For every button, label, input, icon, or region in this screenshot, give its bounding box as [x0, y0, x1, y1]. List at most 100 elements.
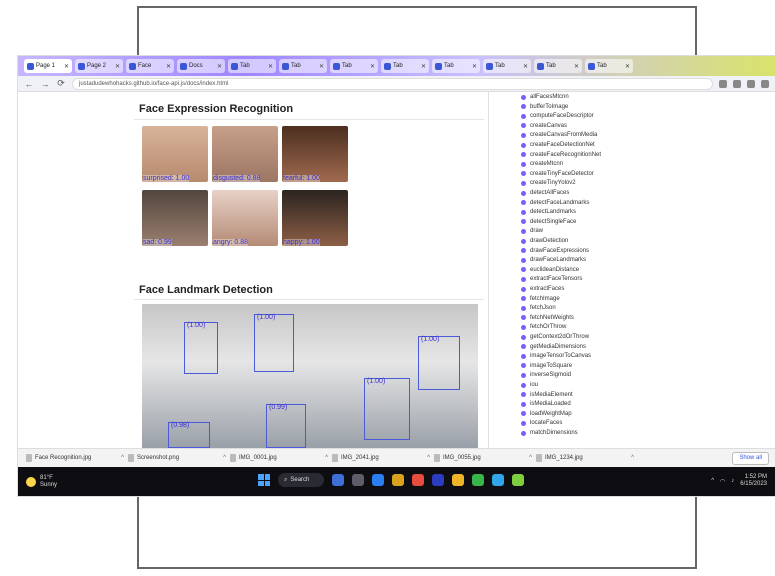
download-item[interactable]: IMG_0055.jpg ^ — [434, 452, 532, 465]
taskbar: 81°F Sunny ⌕ Search ^ ◠ ♪ 1:52 PM 6/15/20… — [18, 467, 775, 496]
sidebar-item[interactable]: fetchOrThrow — [521, 324, 566, 330]
sidebar-item[interactable]: detectAllFaces — [521, 190, 569, 196]
sidebar-item[interactable]: createTinyYolov2 — [521, 180, 576, 186]
sidebar-item[interactable]: isMediaLoaded — [521, 401, 571, 407]
sidebar-item[interactable]: drawFaceExpressions — [521, 248, 589, 254]
extensions-icon[interactable] — [719, 79, 727, 88]
sidebar-item[interactable]: isMediaElement — [521, 392, 573, 398]
chevron-up-icon[interactable]: ^ — [325, 455, 328, 461]
sidebar-item[interactable]: drawFaceLandmarks — [521, 257, 586, 263]
detection-confidence: (0.98) — [171, 422, 190, 429]
tab-close-icon[interactable]: ✕ — [523, 63, 528, 70]
chevron-up-icon[interactable]: ^ — [529, 455, 532, 461]
tab-close-icon[interactable]: ✕ — [421, 63, 426, 70]
tab-close-icon[interactable]: ✕ — [625, 63, 630, 70]
clock[interactable]: 1:52 PM 6/15/2023 — [740, 474, 767, 488]
download-item[interactable]: Screenshot.png ^ — [128, 452, 226, 465]
tab-close-icon[interactable]: ✕ — [115, 63, 120, 70]
app-icon[interactable] — [472, 474, 484, 486]
sidebar-item[interactable]: draw — [521, 228, 543, 234]
tab[interactable]: Tab ✕ — [330, 59, 378, 73]
weather-widget[interactable]: 81°F Sunny — [26, 475, 57, 489]
sidebar-item[interactable]: euclideanDistance — [521, 267, 579, 273]
sidebar-item[interactable]: getMediaDimensions — [521, 344, 586, 350]
tab[interactable]: Tab ✕ — [279, 59, 327, 73]
sidebar-item[interactable]: extractFaces — [521, 286, 564, 292]
store-icon[interactable] — [432, 474, 444, 486]
sidebar-item[interactable]: imageTensorToCanvas — [521, 353, 591, 359]
chrome-icon[interactable] — [412, 474, 424, 486]
download-item[interactable]: Face Recognition.jpg ^ — [26, 452, 124, 465]
tab[interactable]: Tab ✕ — [432, 59, 480, 73]
tab-close-icon[interactable]: ✕ — [64, 63, 69, 70]
tab[interactable]: Docs ✕ — [177, 59, 225, 73]
folder-icon[interactable] — [452, 474, 464, 486]
tab[interactable]: Tab ✕ — [585, 59, 633, 73]
sidebar-item[interactable]: createFaceRecognitionNet — [521, 152, 601, 158]
tab[interactable]: Page 1 ✕ — [24, 59, 72, 73]
taskbar-search[interactable]: ⌕ Search — [278, 473, 324, 487]
address-bar[interactable]: justadudewhohacks.github.io/face-api.js/… — [72, 77, 713, 90]
tab-close-icon[interactable]: ✕ — [472, 63, 477, 70]
tab[interactable]: Face ✕ — [126, 59, 174, 73]
app-icon[interactable] — [512, 474, 524, 486]
tab[interactable]: Tab ✕ — [228, 59, 276, 73]
tab[interactable]: Tab ✕ — [534, 59, 582, 73]
download-item[interactable]: IMG_2041.jpg ^ — [332, 452, 430, 465]
chevron-up-icon[interactable]: ^ — [631, 455, 634, 461]
sidebar-item[interactable]: extractFaceTensors — [521, 276, 582, 282]
wifi-icon[interactable]: ◠ — [720, 478, 725, 485]
tab[interactable]: Tab ✕ — [483, 59, 531, 73]
sidebar-item[interactable]: createCanvasFromMedia — [521, 132, 597, 138]
chevron-up-icon[interactable]: ^ — [223, 455, 226, 461]
chevron-up-icon[interactable]: ^ — [427, 455, 430, 461]
profile-icon[interactable] — [747, 79, 755, 88]
task-view-icon[interactable] — [332, 474, 344, 486]
menu-icon[interactable] — [761, 79, 769, 88]
tab-close-icon[interactable]: ✕ — [268, 63, 273, 70]
volume-icon[interactable]: ♪ — [731, 478, 734, 484]
sidebar-item[interactable]: getContext2dOrThrow — [521, 334, 589, 340]
sidebar-item[interactable]: imageToSquare — [521, 363, 572, 369]
sidebar-item[interactable]: fetchImage — [521, 296, 560, 302]
edge-icon[interactable] — [372, 474, 384, 486]
sidebar-item[interactable]: bufferToImage — [521, 104, 568, 110]
show-all-button[interactable]: Show all — [732, 452, 769, 465]
tab-close-icon[interactable]: ✕ — [574, 63, 579, 70]
sidebar-item[interactable]: drawDetection — [521, 238, 568, 244]
sidebar-item[interactable]: detectSingleFace — [521, 219, 576, 225]
tab-close-icon[interactable]: ✕ — [319, 63, 324, 70]
sidebar-item[interactable]: iou — [521, 382, 538, 388]
sidebar-item[interactable]: createMtcnn — [521, 161, 563, 167]
widgets-icon[interactable] — [352, 474, 364, 486]
back-button[interactable]: ← — [24, 79, 34, 89]
sidebar-item[interactable]: matchDimensions — [521, 430, 578, 436]
chevron-up-icon[interactable]: ^ — [711, 478, 714, 484]
tab[interactable]: Tab ✕ — [381, 59, 429, 73]
app-icon[interactable] — [492, 474, 504, 486]
sidebar-item[interactable]: fetchNetWeights — [521, 315, 574, 321]
sidebar-item[interactable]: createTinyFaceDetector — [521, 171, 594, 177]
tab[interactable]: Page 2 ✕ — [75, 59, 123, 73]
windows-start-icon[interactable] — [258, 474, 270, 486]
tab-close-icon[interactable]: ✕ — [370, 63, 375, 70]
tab-close-icon[interactable]: ✕ — [166, 63, 171, 70]
tab-close-icon[interactable]: ✕ — [217, 63, 222, 70]
download-item[interactable]: IMG_0001.jpg ^ — [230, 452, 328, 465]
chevron-up-icon[interactable]: ^ — [121, 455, 124, 461]
sidebar-item[interactable]: computeFaceDescriptor — [521, 113, 594, 119]
sidebar-item[interactable]: loadWeightMap — [521, 411, 572, 417]
download-item[interactable]: IMG_1234.jpg ^ — [536, 452, 634, 465]
reload-button[interactable]: ⟳ — [56, 78, 66, 89]
sidebar-item[interactable]: locateFaces — [521, 420, 562, 426]
sidebar-item[interactable]: allFacesMtcnn — [521, 94, 569, 100]
forward-button[interactable]: → — [40, 79, 50, 89]
sidebar-item[interactable]: fetchJson — [521, 305, 556, 311]
sidebar-item[interactable]: createFaceDetectionNet — [521, 142, 595, 148]
bookmark-icon[interactable] — [733, 79, 741, 88]
sidebar-item[interactable]: createCanvas — [521, 123, 567, 129]
sidebar-item[interactable]: inverseSigmoid — [521, 372, 571, 378]
file-explorer-icon[interactable] — [392, 474, 404, 486]
sidebar-item[interactable]: detectLandmarks — [521, 209, 576, 215]
sidebar-item[interactable]: detectFaceLandmarks — [521, 200, 589, 206]
